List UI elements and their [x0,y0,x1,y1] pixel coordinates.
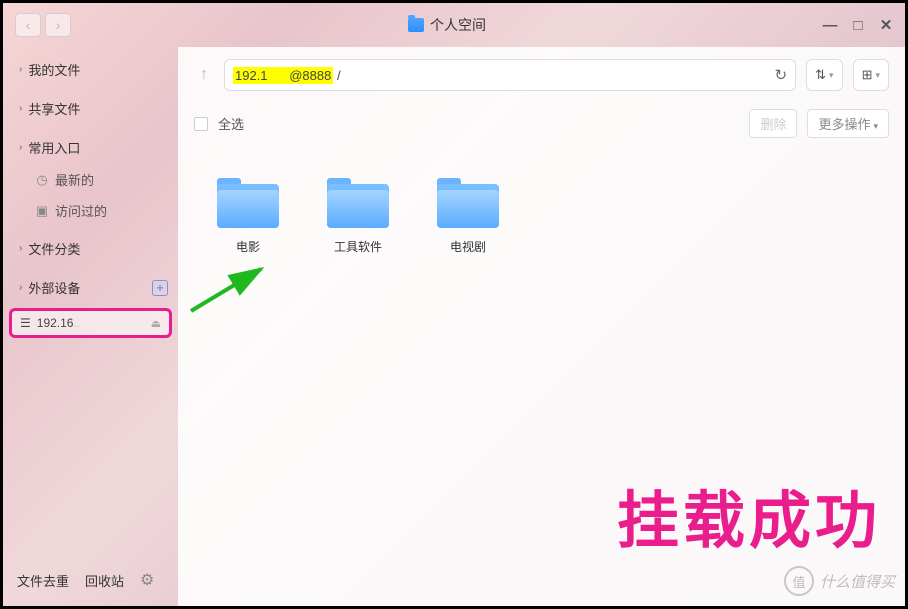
maximize-button[interactable]: □ [851,18,865,32]
chevron-right-icon: › [19,64,22,75]
chevron-right-icon: › [19,243,22,254]
folder-icon [437,178,499,228]
folder-item[interactable]: 电视剧 [428,178,508,255]
window-title: 个人空间 [71,15,823,35]
folder-item[interactable]: 电影 [208,178,288,255]
sidebar-device-item[interactable]: ☰ 192.16.. ⏏ [9,308,172,338]
sidebar-section-external[interactable]: › 外部设备 + [3,271,178,304]
chevron-down-icon: ▾ [875,70,880,81]
folder-icon [217,178,279,228]
clock-icon: ◷ [35,173,49,187]
address-bar[interactable]: 192.1 @8888 / ↻ [224,59,796,91]
minimize-button[interactable]: — [823,18,837,32]
settings-icon[interactable]: ⚙ [140,570,154,590]
folder-icon [408,18,424,32]
sidebar: › 我的文件 › 共享文件 › 常用入口 ◷ 最新的 [3,47,178,606]
select-all-label: 全选 [218,114,244,133]
sidebar-item-visited[interactable]: ▣ 访问过的 [3,195,178,226]
sort-icon: ⇅ [815,67,826,83]
sidebar-recycle-button[interactable]: 回收站 [85,571,124,590]
up-directory-button[interactable]: ↑ [194,65,214,85]
device-label: 192.16.. [37,316,80,330]
view-button[interactable]: ⊞▾ [853,59,889,91]
sidebar-section-common[interactable]: › 常用入口 [3,131,178,164]
grid-icon: ⊞ [862,67,873,83]
file-grid: 电影 工具软件 电视剧 [178,148,905,606]
eject-icon[interactable]: ⏏ [151,317,161,330]
folder-icon [327,178,389,228]
folder-item[interactable]: 工具软件 [318,178,398,255]
folder-label: 工具软件 [334,238,382,255]
chevron-right-icon: › [19,282,22,293]
chevron-right-icon: › [19,103,22,114]
chevron-down-icon: ▾ [829,70,834,81]
delete-button[interactable]: 删除 [749,109,797,138]
refresh-icon[interactable]: ↻ [775,66,788,84]
sidebar-item-recent[interactable]: ◷ 最新的 [3,164,178,195]
close-button[interactable]: ✕ [879,18,893,32]
folder-label: 电影 [236,238,260,255]
camera-icon: ▣ [35,204,49,218]
device-icon: ☰ [20,316,31,330]
sidebar-section-my-files[interactable]: › 我的文件 [3,53,178,86]
chevron-down-icon: ▾ [873,121,878,131]
select-all-checkbox[interactable] [194,117,208,131]
nav-back-button[interactable]: ‹ [15,13,41,37]
sidebar-dedupe-button[interactable]: 文件去重 [17,571,69,590]
more-actions-button[interactable]: 更多操作▾ [807,109,889,138]
window-title-text: 个人空间 [430,15,486,35]
chevron-right-icon: › [19,142,22,153]
address-text: 192.1 @8888 / [233,68,341,83]
sidebar-section-categories[interactable]: › 文件分类 [3,232,178,265]
nav-forward-button[interactable]: › [45,13,71,37]
folder-label: 电视剧 [450,238,486,255]
add-device-button[interactable]: + [152,280,168,296]
sort-button[interactable]: ⇅▾ [806,59,842,91]
sidebar-section-shared[interactable]: › 共享文件 [3,92,178,125]
